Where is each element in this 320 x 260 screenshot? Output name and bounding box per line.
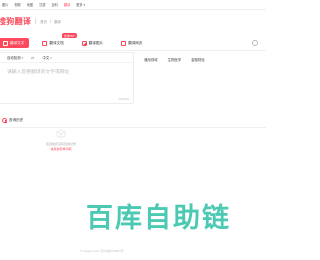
breadcrumb-separator: | [49,18,52,23]
tabs-divider [0,50,266,51]
empty-box-icon [56,129,66,138]
history-empty-text: 您目前还没有查询记录 [45,142,76,146]
watermark-text: 百库自助链 [86,203,231,234]
tab-text[interactable]: 翻译文字 [0,38,30,48]
logo-divider [35,18,37,24]
logo[interactable]: 搜狗翻译 [0,16,31,27]
tab-image-label: 翻译图片 [88,40,104,45]
breadcrumb-home[interactable]: 首页 [40,19,47,24]
tab-document[interactable]: 翻译文档 支持PDF [37,33,77,48]
history-title-label: 查询历史 [9,118,24,122]
top-nav: 图片 视频 地图 汉语 百科 翻译 更多 [0,0,266,10]
history-empty-link[interactable]: 快来搜索单词吧 [0,147,122,151]
nav-item-dictionary[interactable]: 汉语 [39,2,45,7]
char-counter: 0/5000 [118,97,129,101]
text-icon [3,40,8,46]
breadcrumb: 首页 | 翻译 [40,19,61,24]
tab-web[interactable]: 翻译网页 [116,38,147,48]
history-divider [0,127,266,128]
nav-item-more[interactable]: 更多 [76,2,85,7]
nav-item-translate[interactable]: 翻译 [64,2,70,7]
option-biomedical[interactable]: 生物医学 [168,57,182,62]
option-finance[interactable]: 金融财经 [191,57,205,62]
source-language-select[interactable]: 自动检测 [7,55,23,60]
history-section: 查询历史 您目前还没有查询记录 快来搜索单词吧 [0,110,266,180]
history-title: 查询历史 [2,118,23,123]
translate-panel: 自动检测 ⇄ 中文 0/5000 [0,52,134,104]
breadcrumb-current: 翻译 [54,19,61,24]
header: 搜狗翻译 首页 | 翻译 [0,12,266,30]
nav-item-images[interactable]: 图片 [2,2,8,7]
option-general[interactable]: 通用领域 [144,57,158,62]
nav-item-baike[interactable]: 百科 [52,2,58,7]
tab-image[interactable]: 翻译图片 [77,38,108,48]
web-icon [121,40,127,46]
clock-icon [2,118,7,123]
logo-text: 搜狗翻译 [0,16,32,26]
tab-document-label: 翻译文档 [49,40,64,45]
nav-item-maps[interactable]: 地图 [27,2,33,7]
domain-options: 通用领域 生物医学 金融财经 [144,54,205,64]
tab-text-label: 翻译文字 [10,40,25,45]
settings-icon[interactable] [252,40,258,46]
source-text-input[interactable] [7,67,127,77]
pdf-badge: 支持PDF [61,33,77,38]
target-language-select[interactable]: 中文 [42,55,51,60]
swap-languages-icon[interactable]: ⇄ [31,55,34,60]
mode-tabs: 翻译文字 翻译文档 支持PDF 翻译图片 翻译网页 [0,33,148,49]
tab-web-label: 翻译网页 [128,40,143,45]
footer-text: © Sogou.com 京ICP证050897号 [80,249,124,253]
image-icon [81,40,87,46]
language-bar: 自动检测 ⇄ 中文 [0,53,133,63]
nav-item-videos[interactable]: 视频 [14,2,20,7]
document-icon [42,40,48,46]
